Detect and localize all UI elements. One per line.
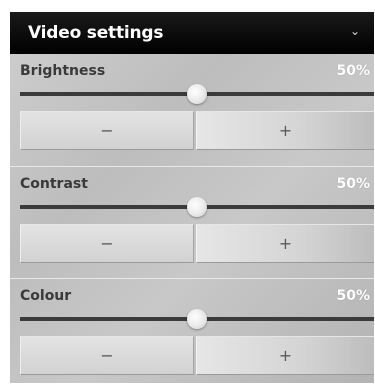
brightness-setting: Brightness 50% − +: [10, 54, 374, 166]
setting-label: Colour: [20, 288, 72, 304]
video-settings-panel: Video settings ⌄ Brightness 50% − + Cont…: [10, 12, 374, 383]
setting-label: Brightness: [20, 63, 106, 79]
brightness-slider-thumb[interactable]: [187, 84, 207, 104]
colour-increase-button[interactable]: +: [196, 336, 374, 375]
setting-value: 50%: [336, 288, 370, 304]
colour-decrease-button[interactable]: −: [20, 336, 194, 375]
chevron-down-icon[interactable]: ⌄: [350, 24, 360, 38]
setting-value: 50%: [336, 63, 370, 79]
setting-value: 50%: [336, 176, 370, 192]
brightness-increase-button[interactable]: +: [196, 111, 374, 150]
colour-slider-thumb[interactable]: [187, 309, 207, 329]
colour-setting: Colour 50% − +: [10, 279, 374, 383]
brightness-decrease-button[interactable]: −: [20, 111, 194, 150]
contrast-increase-button[interactable]: +: [196, 224, 374, 263]
contrast-setting: Contrast 50% − +: [10, 167, 374, 279]
contrast-slider-thumb[interactable]: [187, 197, 207, 217]
panel-title: Video settings: [28, 23, 164, 43]
contrast-decrease-button[interactable]: −: [20, 224, 194, 263]
setting-label: Contrast: [20, 176, 88, 192]
panel-header[interactable]: Video settings ⌄: [10, 12, 374, 54]
